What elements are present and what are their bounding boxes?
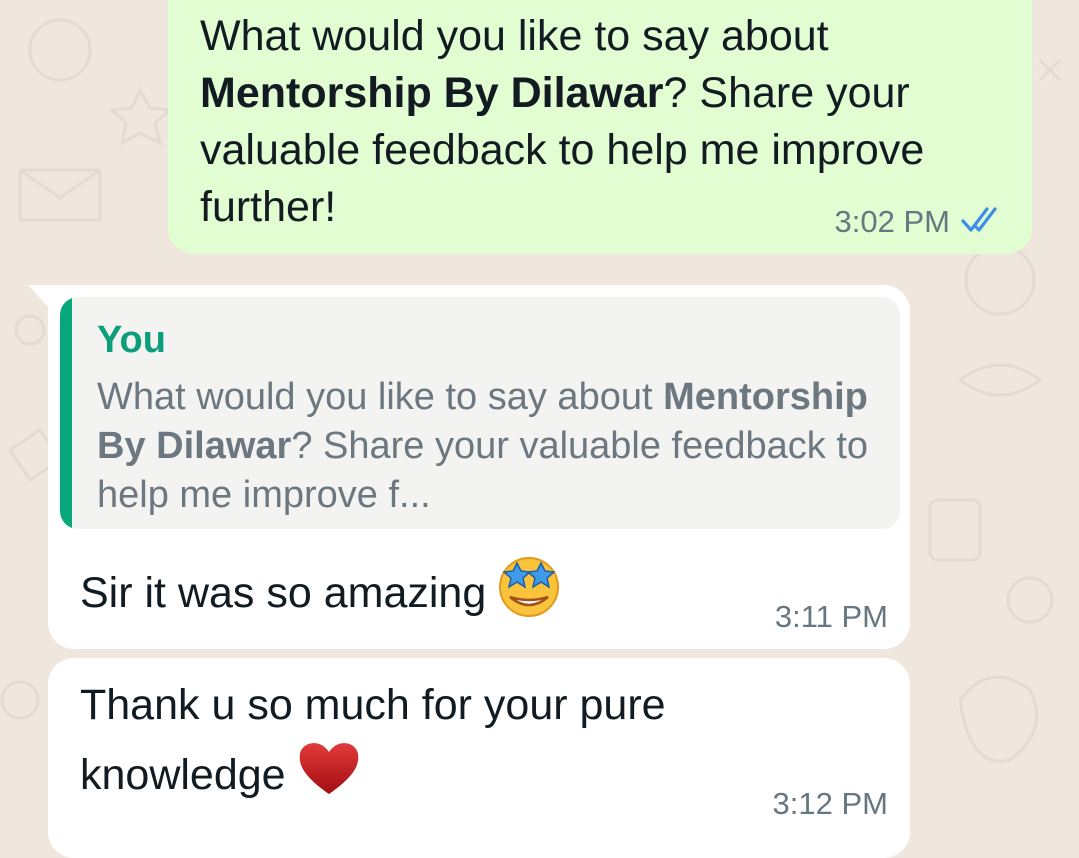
- outgoing-message-text: What would you like to say about Mentors…: [200, 12, 925, 231]
- outgoing-message-bubble[interactable]: What would you like to say about Mentors…: [168, 0, 1032, 254]
- quote-author: You: [97, 319, 166, 361]
- incoming-message-bubble[interactable]: Thank u so much for your pure knowledge …: [48, 658, 910, 858]
- outgoing-meta: 3:02 PM: [835, 204, 1004, 240]
- red-heart-emoji: [296, 738, 362, 817]
- quote-accent-bar: [60, 297, 72, 529]
- second-message-text: Thank u so much for your pure knowledge: [80, 672, 880, 817]
- reply-message-text: Sir it was so amazing: [80, 553, 562, 638]
- double-check-read-icon: [960, 205, 1004, 240]
- star-struck-emoji: [496, 553, 562, 638]
- incoming-reply-bubble[interactable]: You What would you like to say about Men…: [28, 285, 910, 649]
- reply-timestamp: 3:11 PM: [774, 599, 888, 634]
- quoted-message[interactable]: You What would you like to say about Men…: [60, 297, 900, 529]
- bubble-tail: [28, 285, 50, 309]
- outgoing-bold-text: Mentorship By Dilawar: [200, 69, 664, 117]
- second-timestamp: 3:12 PM: [772, 786, 888, 821]
- quote-text: What would you like to say about Mentors…: [97, 376, 869, 516]
- outgoing-timestamp: 3:02 PM: [834, 204, 950, 239]
